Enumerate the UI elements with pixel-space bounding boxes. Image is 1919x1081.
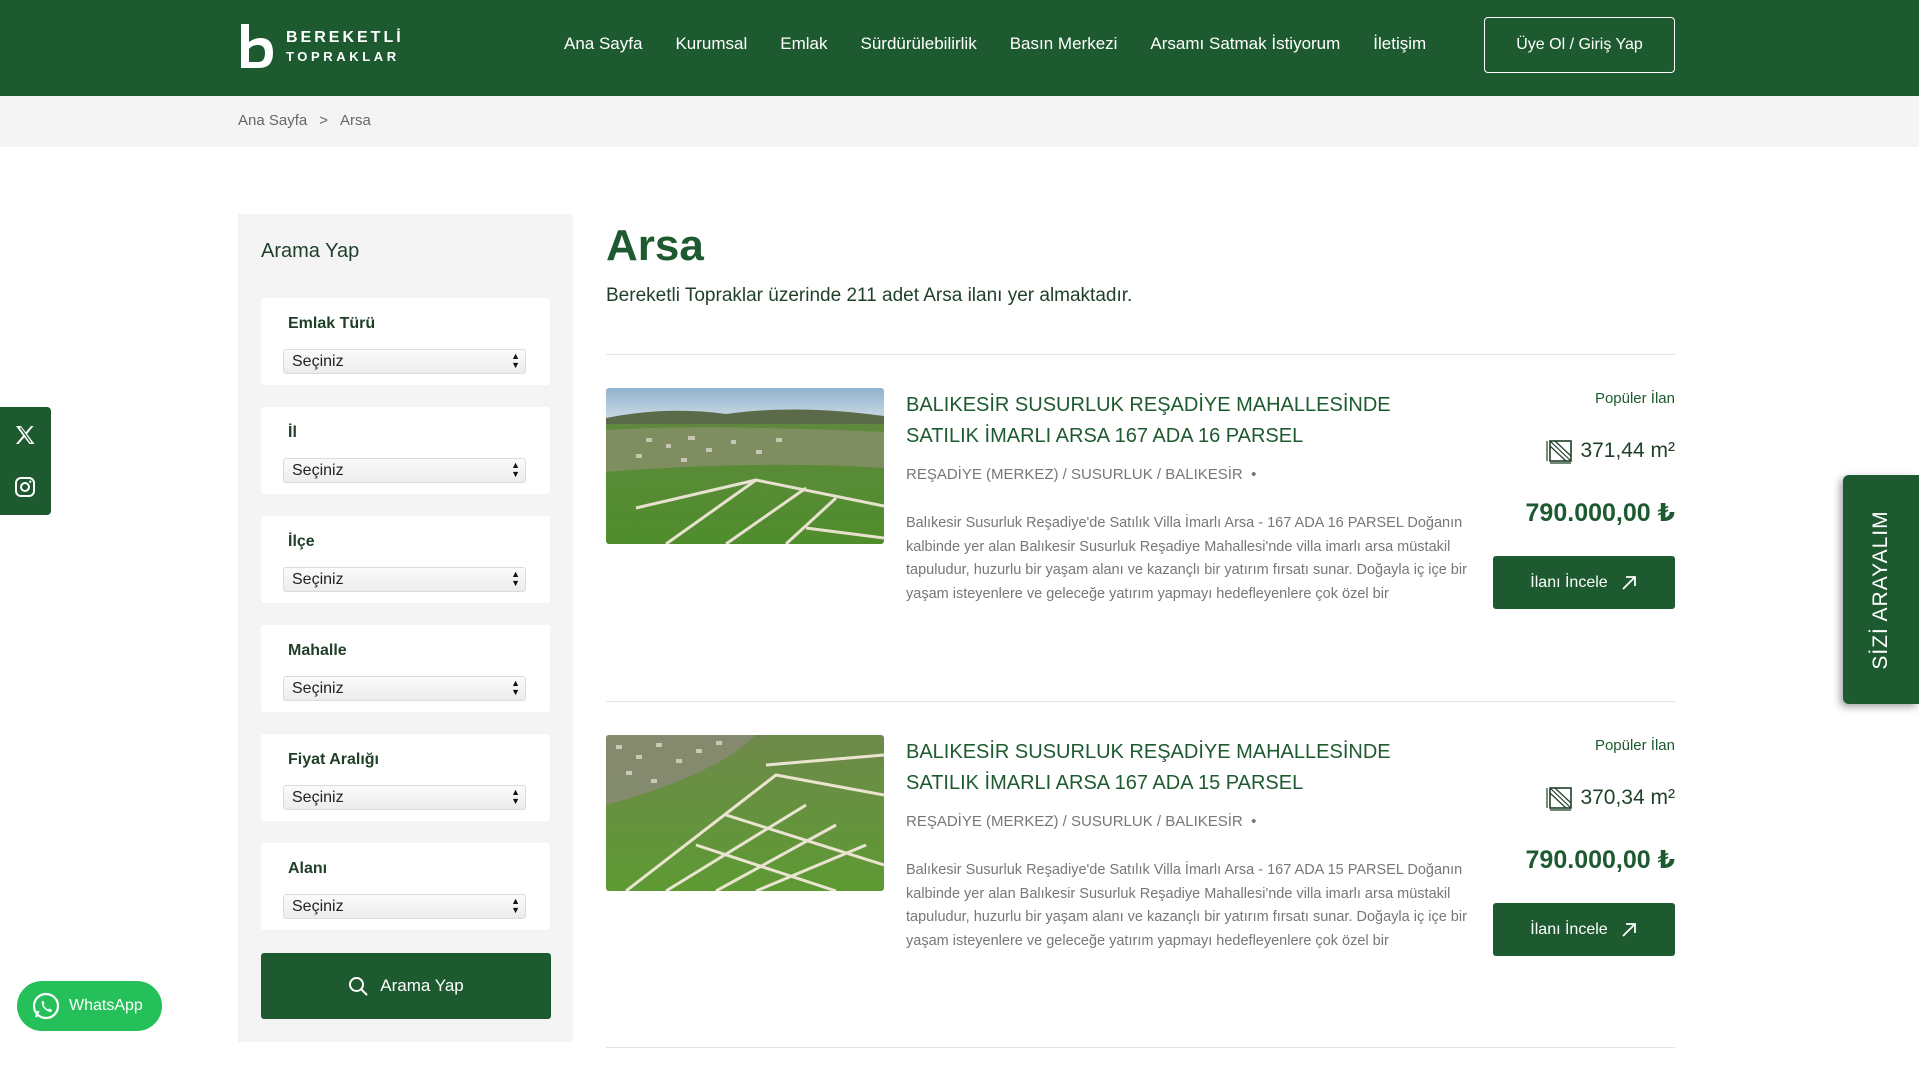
filter-mahalle: Mahalle Seçiniz ▲ ▼ — [261, 625, 550, 712]
filter-label: Alanı — [288, 860, 328, 877]
social-bar — [0, 407, 51, 515]
main-nav: Ana Sayfa Kurumsal Emlak Sürdürülebilirl… — [564, 34, 1459, 54]
search-sidebar: Arama Yap Emlak Türü Seçiniz ▲ ▼ İl Seçini… — [238, 214, 573, 1042]
listing-location: REŞADİYE (MERKEZ) / SUSURLUK / BALIKESİR… — [906, 813, 1256, 830]
call-me-tab[interactable]: SİZİ ARAYALIM — [1843, 475, 1919, 704]
filter-label: İlçe — [288, 533, 315, 550]
search-icon — [349, 977, 368, 996]
select-arrows-icon: ▲ ▼ — [511, 896, 520, 915]
page-subtitle: Bereketli Topraklar üzerinde 211 adet Ar… — [606, 285, 1133, 306]
filter-ilce: İlçe Seçiniz ▲ ▼ — [261, 516, 550, 603]
call-me-label: SİZİ ARAYALIM — [1869, 509, 1892, 670]
listing-title[interactable]: BALIKESİR SUSURLUK REŞADİYE MAHALLESİNDE… — [906, 390, 1466, 452]
select-value: Seçiniz — [292, 462, 344, 479]
nav-surdurulebilirlik[interactable]: Sürdürülebilirlik — [861, 34, 977, 54]
select-value: Seçiniz — [292, 571, 344, 588]
nav-iletisim[interactable]: İletişim — [1373, 34, 1426, 54]
login-button[interactable]: Üye Ol / Giriş Yap — [1484, 17, 1675, 73]
search-button[interactable]: Arama Yap — [261, 953, 551, 1019]
alani-select[interactable]: Seçiniz ▲ ▼ — [283, 894, 526, 919]
view-listing-label: İlanı İncele — [1530, 573, 1608, 591]
listing-price: 790.000,00 ₺ — [1525, 846, 1675, 874]
area-value: 371,44 m² — [1580, 439, 1675, 462]
listing-card: BALIKESİR SUSURLUK REŞADİYE MAHALLESİNDE… — [606, 735, 1675, 1035]
il-select[interactable]: Seçiniz ▲ ▼ — [283, 458, 526, 483]
breadcrumb-bar: Ana Sayfa > Arsa — [0, 96, 1919, 147]
filter-label: Fiyat Aralığı — [288, 751, 379, 768]
logo[interactable]: BEREKETLİ TOPRAKLAR — [238, 22, 404, 70]
location-text: REŞADİYE (MERKEZ) / SUSURLUK / BALIKESİR — [906, 466, 1243, 483]
view-listing-label: İlanı İncele — [1530, 920, 1608, 938]
filter-fiyat-araligi: Fiyat Aralığı Seçiniz ▲ ▼ — [261, 734, 550, 821]
ilce-select[interactable]: Seçiniz ▲ ▼ — [283, 567, 526, 592]
emlak-turu-select[interactable]: Seçiniz ▲ ▼ — [283, 349, 526, 374]
listing-price: 790.000,00 ₺ — [1525, 499, 1675, 527]
logo-line-1: BEREKETLİ — [286, 28, 404, 46]
nav-ana-sayfa[interactable]: Ana Sayfa — [564, 34, 642, 54]
whatsapp-icon — [32, 992, 60, 1020]
site-header: BEREKETLİ TOPRAKLAR Ana Sayfa Kurumsal E… — [0, 0, 1919, 96]
select-arrows-icon: ▲ ▼ — [511, 460, 520, 479]
listing-location: REŞADİYE (MERKEZ) / SUSURLUK / BALIKESİR… — [906, 466, 1256, 483]
select-arrows-icon: ▲ ▼ — [511, 787, 520, 806]
logo-line-2: TOPRAKLAR — [286, 48, 400, 64]
breadcrumb: Ana Sayfa > Arsa — [238, 112, 371, 129]
sidebar-title: Arama Yap — [261, 240, 360, 262]
location-dot: • — [1251, 813, 1257, 830]
filter-alani: Alanı Seçiniz ▲ ▼ — [261, 843, 550, 930]
instagram-icon[interactable] — [11, 473, 39, 501]
listing-card: BALIKESİR SUSURLUK REŞADİYE MAHALLESİNDE… — [606, 388, 1675, 688]
x-icon[interactable] — [11, 421, 39, 449]
area-icon — [1546, 440, 1573, 464]
select-arrows-icon: ▲ ▼ — [511, 569, 520, 588]
logo-text: BEREKETLİ TOPRAKLAR — [286, 28, 404, 64]
location-dot: • — [1251, 466, 1257, 483]
nav-basin-merkezi[interactable]: Basın Merkezi — [1010, 34, 1118, 54]
nav-arsami-satmak[interactable]: Arsamı Satmak İstiyorum — [1150, 34, 1340, 54]
listing-title[interactable]: BALIKESİR SUSURLUK REŞADİYE MAHALLESİNDE… — [906, 737, 1466, 799]
listing-photo[interactable] — [606, 735, 884, 891]
popular-badge: Popüler İlan — [1594, 737, 1675, 754]
select-value: Seçiniz — [292, 353, 344, 370]
filter-il: İl Seçiniz ▲ ▼ — [261, 407, 550, 494]
listing-area: 370,34 m² — [1546, 785, 1675, 811]
breadcrumb-current: Arsa — [339, 112, 371, 129]
page-title: Arsa — [606, 221, 704, 270]
mahalle-select[interactable]: Seçiniz ▲ ▼ — [283, 676, 526, 701]
arrow-up-right-icon — [1622, 575, 1636, 590]
filter-label: Mahalle — [288, 642, 347, 659]
fiyat-araligi-select[interactable]: Seçiniz ▲ ▼ — [283, 785, 526, 810]
view-listing-button[interactable]: İlanı İncele — [1493, 556, 1675, 609]
logo-mark-icon — [241, 24, 273, 68]
filter-label: Emlak Türü — [288, 315, 376, 332]
select-arrows-icon: ▲ ▼ — [511, 678, 520, 697]
listing-description: Balıkesir Susurluk Reşadiye'de Satılık V… — [906, 862, 1467, 949]
area-value: 370,34 m² — [1580, 786, 1675, 809]
nav-emlak[interactable]: Emlak — [780, 34, 827, 54]
whatsapp-label: WhatsApp — [69, 997, 143, 1014]
filter-label: İl — [288, 424, 297, 441]
listing-description: Balıkesir Susurluk Reşadiye'de Satılık V… — [906, 515, 1467, 602]
search-button-label: Arama Yap — [380, 976, 464, 995]
select-value: Seçiniz — [292, 680, 344, 697]
breadcrumb-home[interactable]: Ana Sayfa — [238, 112, 307, 129]
select-value: Seçiniz — [292, 898, 344, 915]
whatsapp-button[interactable]: WhatsApp — [17, 981, 162, 1031]
listing-photo[interactable] — [606, 388, 884, 544]
divider — [606, 1047, 1675, 1048]
select-arrows-icon: ▲ ▼ — [511, 351, 520, 370]
popular-badge: Popüler İlan — [1594, 390, 1675, 407]
view-listing-button[interactable]: İlanı İncele — [1493, 903, 1675, 956]
breadcrumb-separator: > — [319, 112, 328, 129]
area-icon — [1546, 787, 1573, 811]
location-text: REŞADİYE (MERKEZ) / SUSURLUK / BALIKESİR — [906, 813, 1243, 830]
filter-emlak-turu: Emlak Türü Seçiniz ▲ ▼ — [261, 298, 550, 385]
divider — [606, 701, 1675, 702]
arrow-up-right-icon — [1622, 922, 1636, 937]
listing-area: 371,44 m² — [1546, 438, 1675, 464]
divider — [606, 354, 1675, 355]
nav-kurumsal[interactable]: Kurumsal — [675, 34, 747, 54]
select-value: Seçiniz — [292, 789, 344, 806]
